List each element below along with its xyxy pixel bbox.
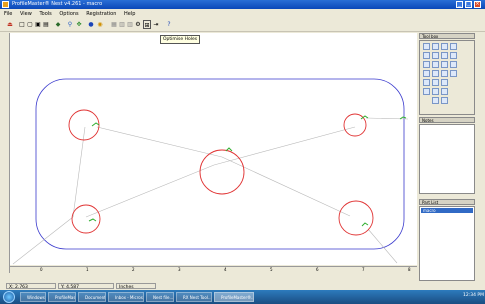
copy-tool-icon[interactable] — [423, 88, 430, 95]
save-icon[interactable]: ▣ — [34, 20, 42, 29]
vertical-ruler — [0, 33, 10, 273]
cut-tool-icon[interactable]: ⏏ — [6, 20, 14, 29]
break-tool-icon[interactable] — [441, 79, 448, 86]
print-icon[interactable]: ▤ — [42, 20, 50, 29]
maximize-button[interactable]: □ — [465, 1, 472, 8]
notes-area[interactable] — [419, 124, 475, 194]
lead-in-tool-icon[interactable] — [441, 70, 448, 77]
taskbar-item[interactable]: ProfileMaster — [48, 292, 76, 302]
menu-options[interactable]: Options — [59, 11, 78, 17]
line-tool-icon[interactable] — [432, 43, 439, 50]
shield-icon[interactable]: ◆ — [54, 20, 62, 29]
holes — [68, 109, 374, 236]
hole-bottom-left[interactable] — [71, 204, 101, 234]
nest-tool-icon[interactable] — [441, 88, 448, 95]
part-list-header: Part List — [419, 199, 475, 205]
hole-tool-icon[interactable]: ⚲ — [66, 20, 74, 29]
rotate-tool-icon[interactable] — [441, 52, 448, 59]
array-tool-icon[interactable] — [432, 88, 439, 95]
status-units: Inches — [116, 283, 156, 290]
circle-tool-icon[interactable] — [450, 43, 457, 50]
toolbar: ⏏ □ ▢ ▣ ▤ ◆ ⚲ ✥ ● ◉ ▦ ▥ ▥ ⚙ ⊞ ⇥ ? — [0, 19, 485, 32]
taskbar: Windows... ProfileMaster Documents Inbox… — [0, 290, 485, 304]
ruler-tick-label: 8 — [408, 267, 411, 272]
scale-tool-icon[interactable] — [432, 97, 439, 104]
part-drawing — [12, 78, 409, 265]
notes-header: Notes — [419, 117, 475, 123]
help-icon[interactable]: ? — [165, 20, 173, 29]
tooltip: Optimise Holes — [160, 35, 201, 44]
trim-tool-icon[interactable] — [432, 61, 439, 68]
status-bar: X: 2.763 Y: 4.587 Inches — [0, 283, 485, 290]
target-icon[interactable]: ● — [87, 20, 95, 29]
arc-tool-icon[interactable] — [441, 43, 448, 50]
menu-bar: File View Tools Options Registration Hel… — [0, 10, 485, 18]
menu-tools[interactable]: Tools — [39, 11, 51, 17]
ruler-tick-label: 7 — [362, 267, 365, 272]
text-tool-icon[interactable] — [432, 70, 439, 77]
status-y: Y: 4.587 — [58, 283, 114, 290]
lightbulb-icon[interactable]: ◉ — [96, 20, 104, 29]
taskbar-item[interactable]: Documents — [78, 292, 106, 302]
taskbar-item[interactable]: Windows... — [20, 292, 46, 302]
link-tool-icon[interactable] — [432, 79, 439, 86]
taskbar-clock: 12:34 PM — [463, 293, 484, 298]
new-file-icon[interactable]: □ — [18, 20, 26, 29]
minimize-button[interactable]: _ — [456, 1, 463, 8]
grid-icon[interactable]: ▦ — [110, 20, 118, 29]
ruler-tick-label: 6 — [316, 267, 319, 272]
toolbox-panel — [419, 40, 475, 115]
close-button[interactable]: × — [474, 1, 481, 8]
measure-tool-icon[interactable] — [423, 70, 430, 77]
taskbar-item-active[interactable]: ProfileMaster®... — [214, 292, 254, 302]
right-pane: Tool box Notes Part List macro — [419, 33, 485, 285]
ruler-tick-label: 4 — [224, 267, 227, 272]
menu-file[interactable]: File — [4, 11, 12, 17]
part-list[interactable]: macro — [419, 206, 475, 281]
ruler-tick-label: 3 — [178, 267, 181, 272]
hole-start-markers — [88, 115, 407, 227]
taskbar-item[interactable]: Inbox - Micros... — [108, 292, 144, 302]
zoom-tool-icon[interactable] — [423, 52, 430, 59]
wrench-icon[interactable]: ⚙ — [134, 20, 142, 29]
ruler-tick-label: 5 — [270, 267, 273, 272]
arrow-tool-icon[interactable] — [423, 43, 430, 50]
drawing-canvas[interactable] — [10, 33, 417, 265]
status-x: X: 2.763 — [6, 283, 56, 290]
ruler-tick-label: 1 — [86, 267, 89, 272]
export-icon[interactable]: ⇥ — [152, 20, 160, 29]
mirror-tool-icon[interactable] — [450, 52, 457, 59]
open-file-icon[interactable]: ▢ — [26, 20, 34, 29]
extend-tool-icon[interactable] — [441, 61, 448, 68]
layout-icon[interactable]: ▥ — [118, 20, 126, 29]
hole-bottom-right[interactable] — [338, 200, 374, 236]
ruler-tick-label: 0 — [40, 267, 43, 272]
optimise-holes-icon[interactable]: ⊞ — [143, 20, 151, 29]
app-icon — [2, 1, 9, 8]
delete-tool-icon[interactable] — [441, 97, 448, 104]
order-tool-icon[interactable] — [423, 79, 430, 86]
window-title: ProfileMaster® Nest v4.261 - macro — [12, 1, 103, 7]
toolbox-header: Tool box — [419, 33, 475, 39]
menu-view[interactable]: View — [20, 11, 32, 17]
title-bar: ProfileMaster® Nest v4.261 - macro _ □ × — [0, 0, 485, 9]
fillet-tool-icon[interactable] — [450, 61, 457, 68]
menu-registration[interactable]: Registration — [86, 11, 116, 17]
app-window: ProfileMaster® Nest v4.261 - macro _ □ ×… — [0, 0, 485, 290]
part-outline — [35, 78, 405, 250]
horizontal-ruler: 0 1 2 3 4 5 6 7 8 — [10, 266, 417, 274]
move-icon[interactable]: ✥ — [75, 20, 83, 29]
taskbar-item[interactable]: RX Nest Tool... — [176, 292, 212, 302]
ruler-tick-label: 2 — [132, 267, 135, 272]
start-button[interactable] — [3, 291, 15, 303]
offset-tool-icon[interactable] — [423, 61, 430, 68]
taskbar-item[interactable]: Nest file... — [146, 292, 174, 302]
part-list-item[interactable]: macro — [421, 208, 473, 213]
lead-out-tool-icon[interactable] — [450, 70, 457, 77]
pan-tool-icon[interactable] — [432, 52, 439, 59]
hole-center[interactable] — [199, 149, 245, 195]
columns-icon[interactable]: ▥ — [126, 20, 134, 29]
menu-help[interactable]: Help — [124, 11, 135, 17]
